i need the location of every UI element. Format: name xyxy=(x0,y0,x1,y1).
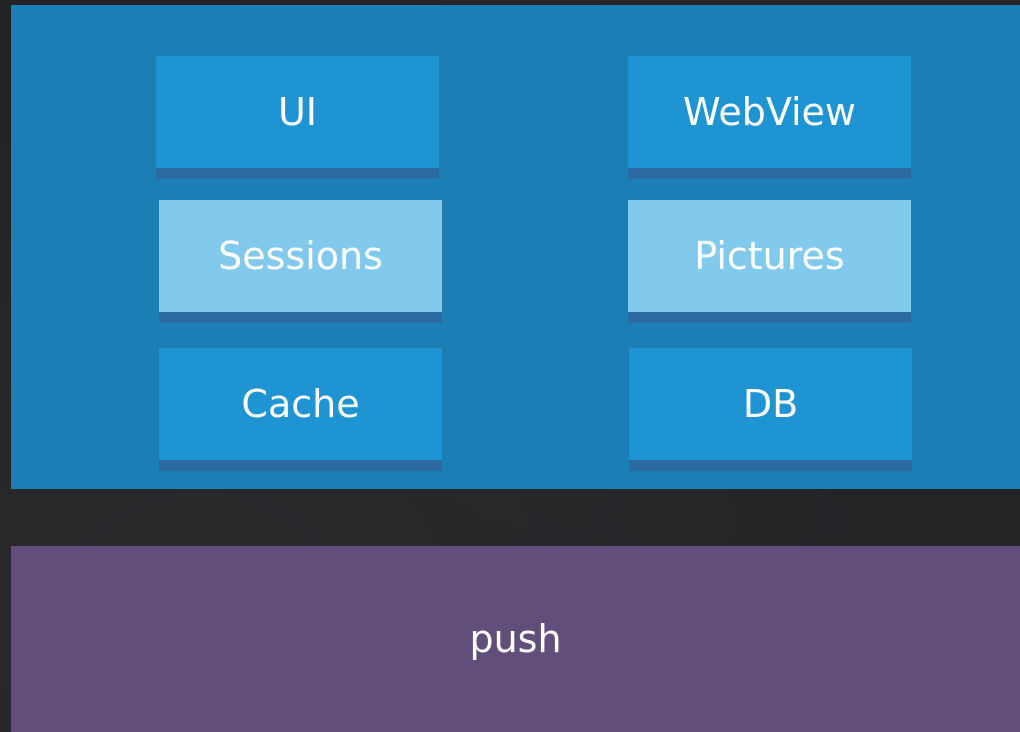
pictures-module-label: Pictures xyxy=(694,234,845,278)
db-module: DB xyxy=(629,348,912,460)
sessions-module: Sessions xyxy=(159,200,442,312)
pictures-module: Pictures xyxy=(628,200,911,312)
push-layer-panel: push xyxy=(11,546,1020,732)
webview-module-label: WebView xyxy=(682,90,857,134)
ui-module: UI xyxy=(156,56,439,168)
cache-module-label: Cache xyxy=(241,382,360,426)
db-module-label: DB xyxy=(742,382,799,426)
ui-module-label: UI xyxy=(277,90,318,134)
sessions-module-label: Sessions xyxy=(218,234,383,278)
push-label: push xyxy=(469,617,562,661)
app-layer-panel: UI WebView Sessions Pictures Cache DB xyxy=(11,5,1020,489)
webview-module: WebView xyxy=(628,56,911,168)
cache-module: Cache xyxy=(159,348,442,460)
